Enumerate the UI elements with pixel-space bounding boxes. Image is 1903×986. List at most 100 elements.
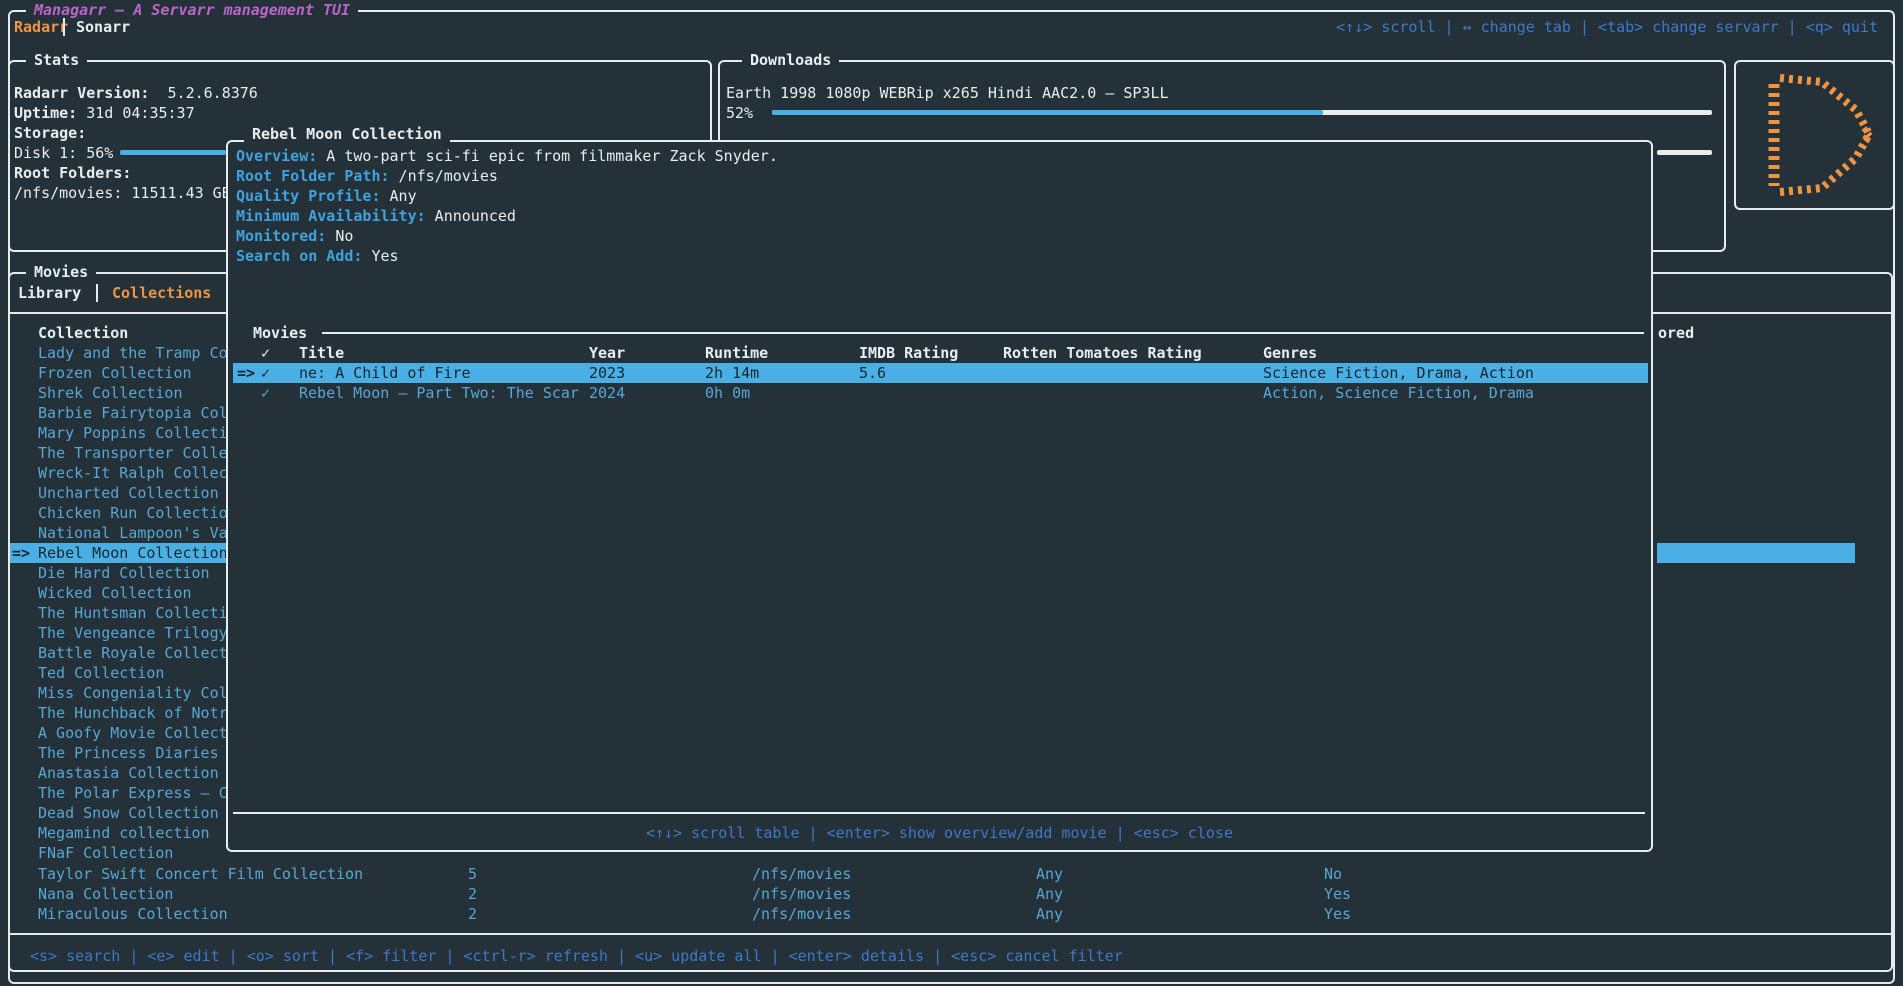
collection-list-item[interactable]: Anastasia Collection [38,763,219,783]
modal-field-label: Monitored: [236,227,326,245]
stats-storage-label: Storage: [14,123,86,143]
table-cell-name: Taylor Swift Concert Film Collection [38,864,363,884]
modal-movie-cell: 2h 14m [705,363,759,383]
modal-field: Search on Add: Yes [236,246,399,266]
stats-uptime: Uptime: 31d 04:35:37 [14,103,195,123]
modal-footer-separator [233,812,1645,814]
collection-list-item[interactable]: Rebel Moon Collection [38,543,228,563]
modal-movie-cell: Science Fiction, Drama, Action [1263,363,1534,383]
stats-uptime-label: Uptime: [14,104,77,122]
modal-movie-cell: ✓ [261,363,270,383]
table-cell-quality: Any [1036,884,1063,904]
collection-list-item[interactable]: Battle Royale Collect [38,643,228,663]
collection-list-item[interactable]: Barbie Fairytopia Col [38,403,228,423]
collection-list-item[interactable]: Chicken Run Collectio [38,503,228,523]
stats-rootfolders-label: Root Folders: [14,163,131,183]
collection-list-item[interactable]: Wreck-It Ralph Collec [38,463,228,483]
modal-footer-keybinds: <↑↓> scroll table | <enter> show overvie… [226,823,1653,843]
stats-version-label: Radarr Version: [14,84,149,102]
tab-collections[interactable]: Collections [112,283,211,303]
modal-field-value: No [326,227,353,245]
downloads-title: Downloads [742,50,839,70]
modal-movies-section-title: Movies [253,323,307,343]
modal-field: Monitored: No [236,226,353,246]
collection-list-item[interactable]: FNaF Collection [38,843,173,863]
collection-list-item[interactable]: Shrek Collection [38,383,183,403]
help-bar: <s> search | <e> edit | <o> sort | <f> f… [30,946,1123,966]
stats-version-value: 5.2.6.8376 [168,84,258,102]
collection-details-modal [226,140,1653,852]
table-cell-movies: 2 [468,884,477,904]
collection-list-item[interactable]: A Goofy Movie Collect [38,723,228,743]
modal-column-header: ✓ [261,343,270,363]
collection-list-item[interactable]: Ted Collection [38,663,164,683]
managarr-play-logo-icon [1744,66,1884,204]
collection-list-item[interactable]: Megamind collection [38,823,210,843]
modal-field-label: Root Folder Path: [236,167,390,185]
collection-list-item[interactable]: The Huntsman Collecti [38,603,228,623]
tab-library[interactable]: Library [18,283,81,303]
table-cell-path: /nfs/movies [752,904,851,924]
stats-disk-label: Disk 1: 56% [14,143,113,163]
modal-field-value: Yes [362,247,398,265]
modal-field: Overview: A two-part sci-fi epic from fi… [236,146,778,166]
modal-field: Root Folder Path: /nfs/movies [236,166,498,186]
modal-field-value: A two-part sci-fi epic from filmmaker Za… [317,147,778,165]
stats-title: Stats [26,50,87,70]
collection-list-item[interactable]: The Polar Express – C [38,783,228,803]
modal-movies-title-rule [322,332,1644,334]
download-gauge-2-fragment [1657,150,1712,155]
collection-list-item[interactable]: Dead Snow Collection [38,803,219,823]
table-cell-movies: 5 [468,864,477,884]
table-cell-name: Nana Collection [38,884,173,904]
collection-list-item[interactable]: The Hunchback of Notr [38,703,228,723]
movies-tab-separator-1 [96,284,98,302]
modal-column-header: Genres [1263,343,1317,363]
download-gauge-fill [772,110,1323,115]
collection-list-item[interactable]: National Lampoon's Va [38,523,228,543]
top-keybinds: <↑↓> scroll | ↔ change tab | <tab> chang… [1336,17,1878,37]
collection-column-header: Collection [38,323,128,343]
collection-list-item[interactable]: Lady and the Tramp Co [38,343,228,363]
modal-movie-cell: 2024 [589,383,625,403]
modal-column-header: Rotten Tomatoes Rating [1003,343,1202,363]
stats-rootfolder-value: /nfs/movies: 11511.43 GB [14,183,231,203]
movies-panel-title: Movies [26,262,96,282]
collection-list-item[interactable]: Frozen Collection [38,363,192,383]
modal-selected-row-prefix: => [237,363,255,383]
modal-movie-cell: 0h 0m [705,383,750,403]
modal-column-header: Runtime [705,343,768,363]
tab-radarr[interactable]: Radarr [14,17,68,37]
collection-list-item[interactable]: Mary Poppins Collecti [38,423,228,443]
table-cell-quality: Any [1036,864,1063,884]
collection-list-item[interactable]: Wicked Collection [38,583,192,603]
table-cell-movies: 2 [468,904,477,924]
collection-list-item[interactable]: The Transporter Colle [38,443,228,463]
modal-movie-cell: 2023 [589,363,625,383]
modal-column-header: Year [589,343,625,363]
download-percent: 52% [726,103,753,123]
help-bar-separator [10,933,1891,935]
managarr-app: Managarr – A Servarr management TUI Rada… [0,0,1903,986]
modal-movie-cell: 5.6 [859,363,886,383]
modal-column-header: Title [299,343,344,363]
modal-title: Rebel Moon Collection [244,124,450,144]
modal-field-label: Quality Profile: [236,187,381,205]
stats-version: Radarr Version: 5.2.6.8376 [14,83,258,103]
table-cell-path: /nfs/movies [752,864,851,884]
monitored-column-header-fragment: ored [1658,323,1694,343]
modal-movie-cell: Rebel Moon – Part Two: The Scar [299,383,579,403]
collection-list-item[interactable]: Die Hard Collection [38,563,210,583]
collection-list-item[interactable]: The Vengeance Trilogy [38,623,228,643]
collection-list-item[interactable]: The Princess Diaries [38,743,219,763]
collection-list-item[interactable]: Miss Congeniality Col [38,683,228,703]
tab-sonarr[interactable]: Sonarr [76,17,130,37]
table-cell-quality: Any [1036,904,1063,924]
modal-movie-cell: Action, Science Fiction, Drama [1263,383,1534,403]
modal-field-label: Minimum Availability: [236,207,426,225]
disk-usage-gauge [120,150,226,155]
modal-field-value: /nfs/movies [390,167,498,185]
table-cell-monitored: Yes [1324,884,1351,904]
collection-list-item[interactable]: Uncharted Collection [38,483,219,503]
table-cell-path: /nfs/movies [752,884,851,904]
